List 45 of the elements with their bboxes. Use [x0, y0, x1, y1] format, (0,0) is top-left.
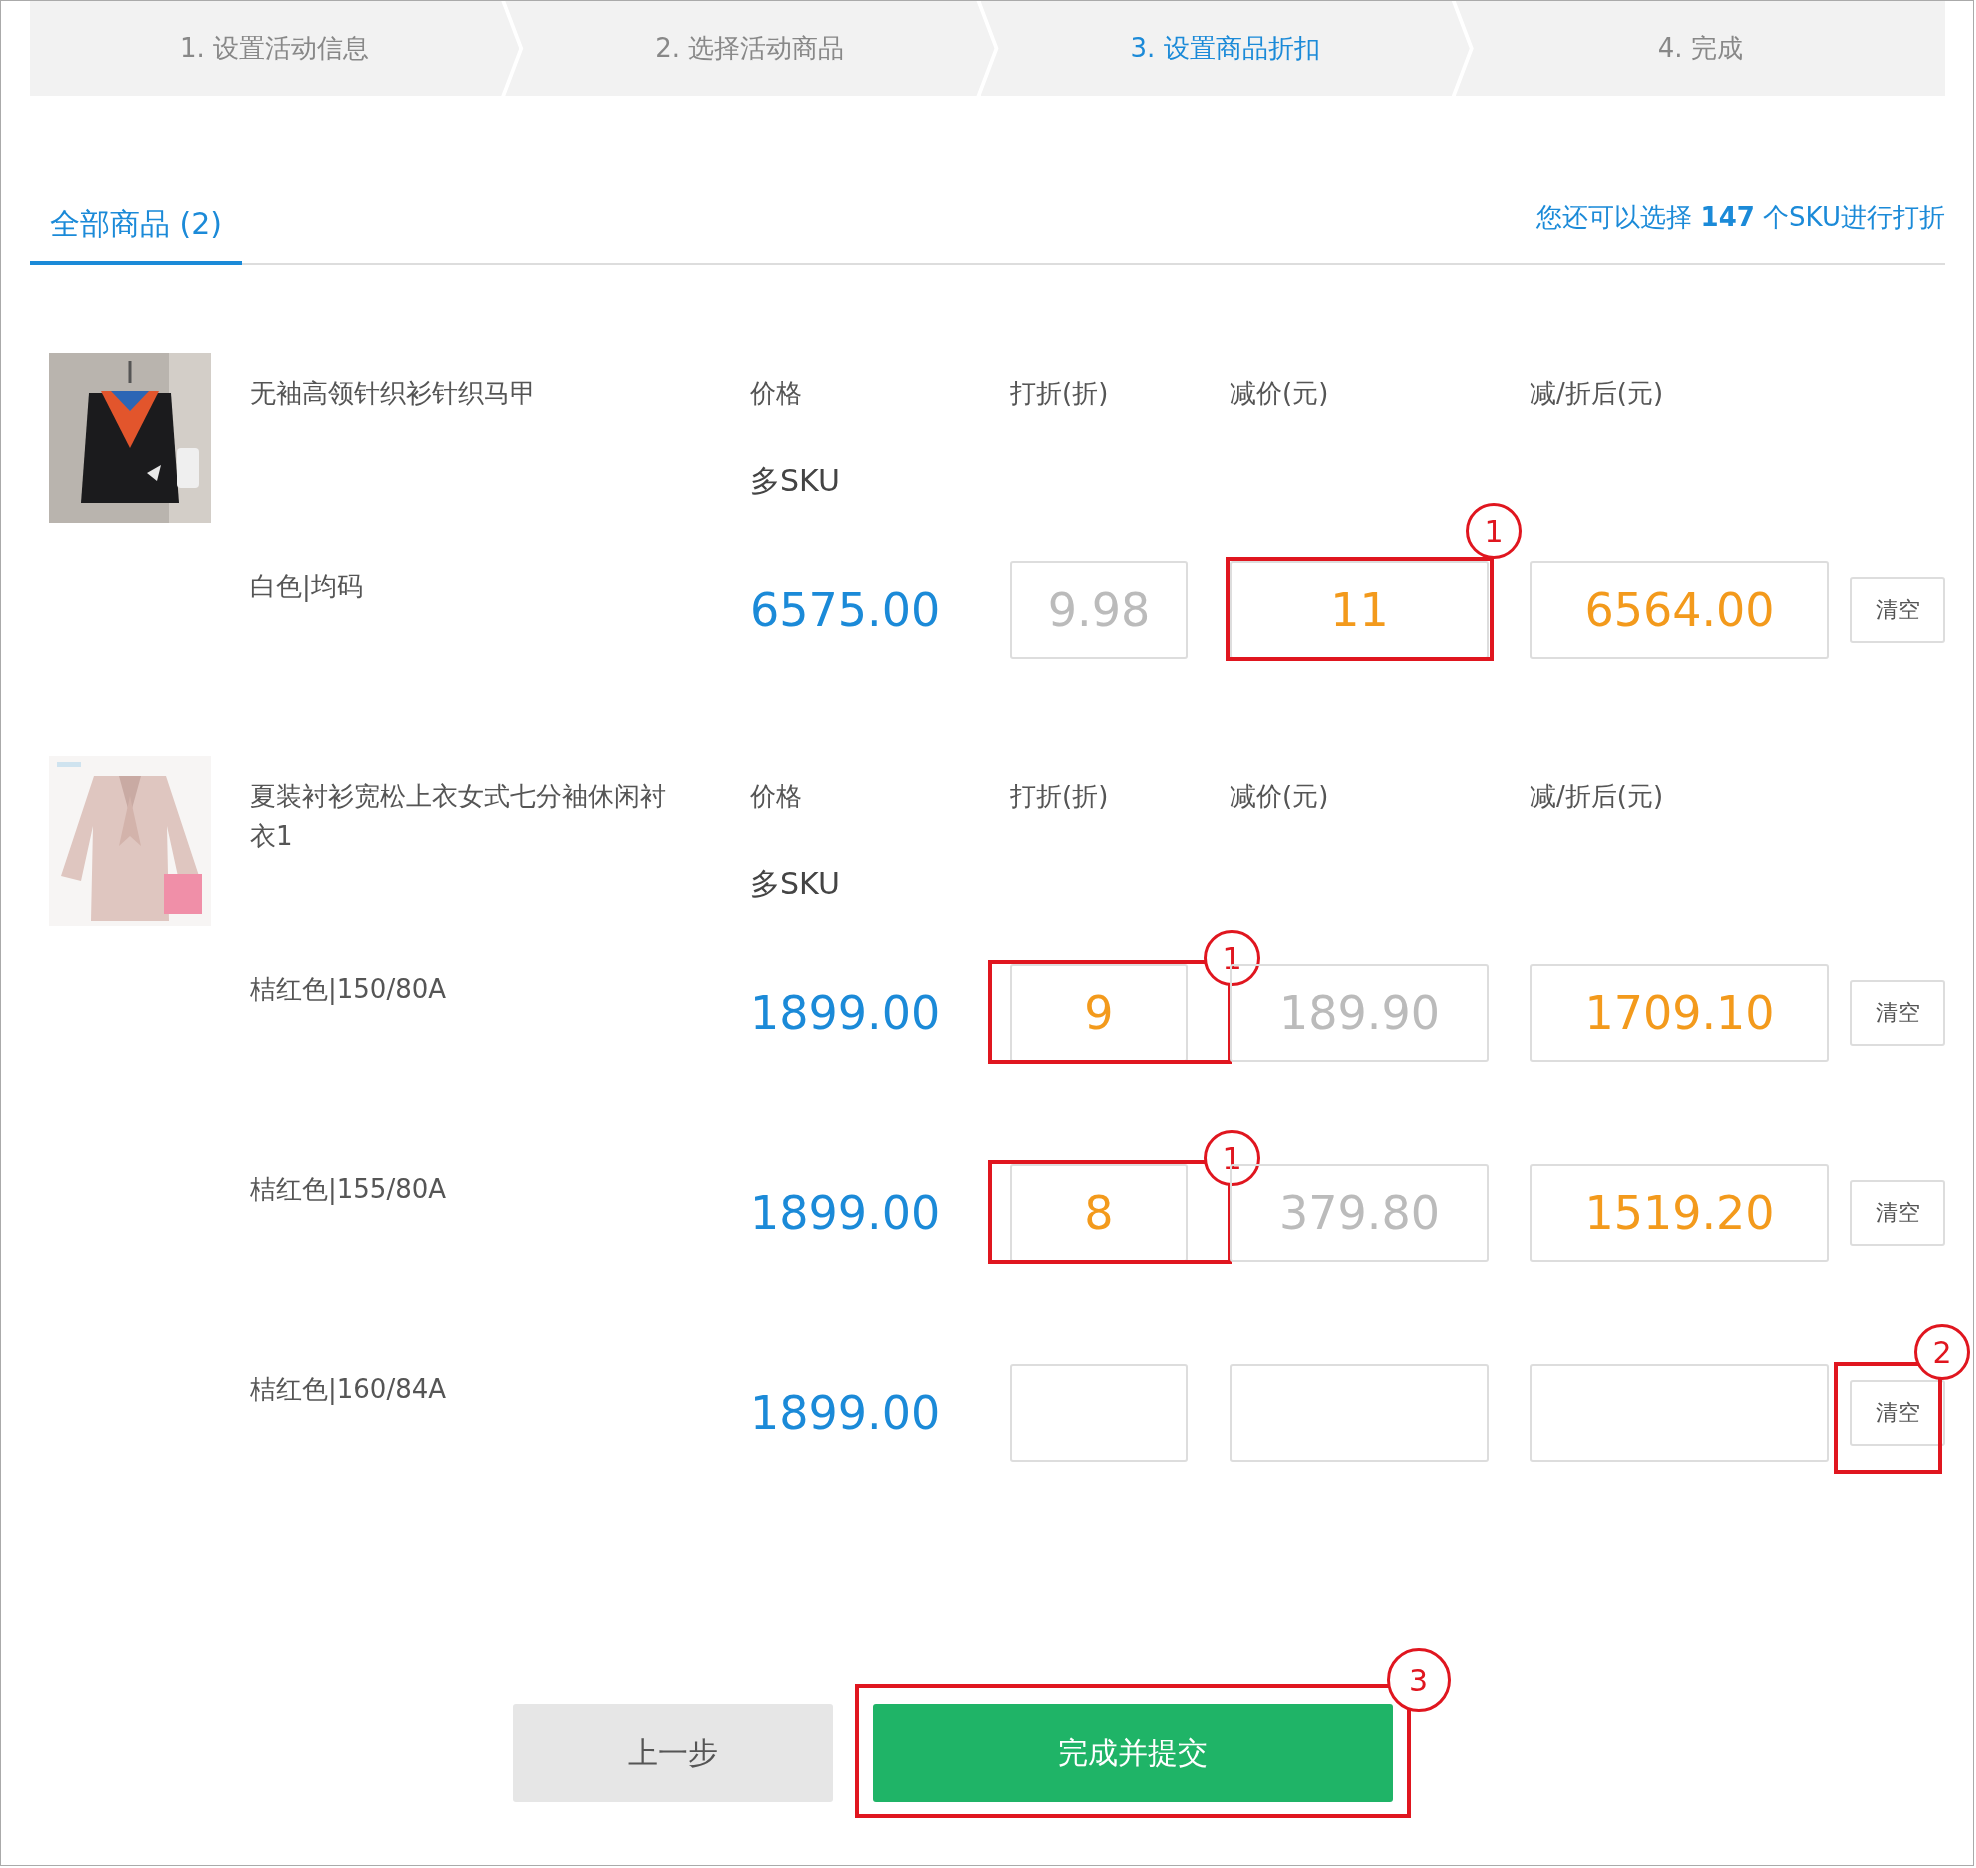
quota-note: 您还可以选择 147 个SKU进行打折: [1536, 201, 1945, 234]
column-header: 减/折后(元): [1530, 377, 1665, 410]
discount-field[interactable]: 8: [1010, 1164, 1188, 1262]
price: 1899.00: [750, 985, 942, 1042]
tab[interactable]: 全部商品 (2): [30, 204, 243, 265]
discount-field[interactable]: 9: [1010, 964, 1188, 1062]
sku-spec: 桔红色|155/80A: [250, 1173, 447, 1207]
step-item[interactable]: 2. 选择活动商品: [505, 1, 995, 96]
column-header: 减价(元): [1230, 780, 1330, 813]
clear-button[interactable]: 清空: [1850, 1380, 1945, 1446]
discount-field[interactable]: 9.98: [1010, 561, 1188, 659]
submit-button[interactable]: 完成并提交: [872, 1704, 1393, 1802]
sku-spec: 白色|均码: [250, 570, 364, 604]
step-item[interactable]: 4. 完成: [1455, 1, 1945, 96]
sku-spec: 桔红色|150/80A: [250, 973, 447, 1007]
reduction-field[interactable]: 11: [1230, 561, 1489, 659]
sku-note: 多SKU: [750, 462, 841, 500]
step-badge: 2: [1914, 1324, 1970, 1380]
clear-button[interactable]: 清空: [1850, 980, 1945, 1046]
column-header: 减价(元): [1230, 377, 1330, 410]
column-header: 价格: [750, 377, 803, 410]
discount-field[interactable]: [1010, 1364, 1188, 1462]
final-price-field[interactable]: 1519.20: [1530, 1164, 1829, 1262]
step-item[interactable]: 3. 设置商品折扣: [980, 1, 1470, 96]
step-badge: 1: [1466, 503, 1522, 559]
final-price-field[interactable]: [1530, 1364, 1829, 1462]
clear-button[interactable]: 清空: [1850, 577, 1945, 643]
final-price-field[interactable]: 6564.00: [1530, 561, 1829, 659]
price: 6575.00: [750, 582, 942, 639]
back-button[interactable]: 上一步: [512, 1704, 833, 1802]
column-header: 减/折后(元): [1530, 780, 1665, 813]
price: 1899.00: [750, 1185, 942, 1242]
step-badge: 3: [1386, 1648, 1451, 1712]
sku-note: 多SKU: [750, 865, 841, 903]
reduction-field[interactable]: [1230, 1364, 1489, 1462]
final-price-field[interactable]: 1709.10: [1530, 964, 1829, 1062]
price: 1899.00: [750, 1385, 942, 1442]
step-item[interactable]: 1. 设置活动信息: [30, 1, 520, 96]
sku-spec: 桔红色|160/84A: [250, 1373, 447, 1407]
product-name: 无袖高领针织衫针织马甲: [250, 377, 537, 410]
column-header: 打折(折): [1010, 780, 1110, 813]
column-header: 价格: [750, 780, 803, 813]
column-header: 打折(折): [1010, 377, 1110, 410]
product-name: 夏装衬衫宽松上衣女式七分袖休闲衬衣1: [250, 780, 667, 853]
clear-button[interactable]: 清空: [1850, 1180, 1945, 1246]
